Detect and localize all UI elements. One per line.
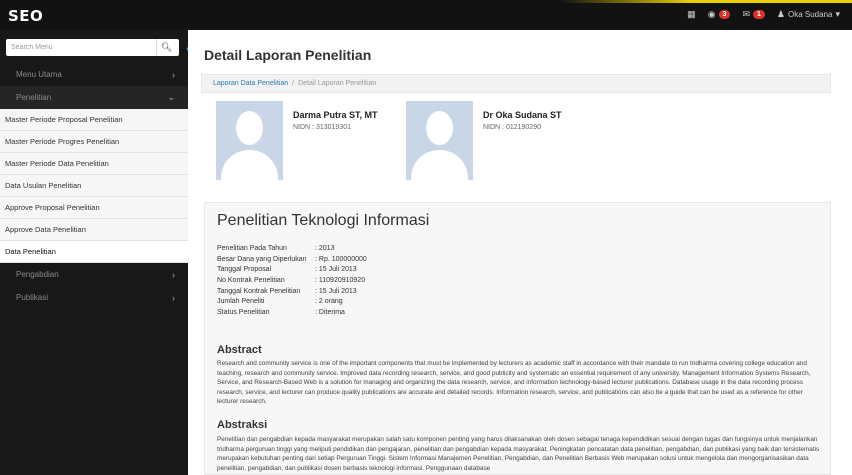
sidebar-item-label: Menu Utama	[16, 70, 62, 79]
top-bar: SEO ▦ ◉ 3 ✉ 1 ♟ Oka Sudana ▾	[0, 0, 852, 30]
page-title: Detail Laporan Penelitian	[204, 47, 372, 63]
research-title: Penelitian Teknologi Informasi	[217, 212, 430, 229]
main-content: Detail Laporan Penelitian Laporan Data P…	[188, 30, 852, 475]
info-value: : 110920910920	[315, 276, 366, 284]
chevron-down-icon: ⌄	[167, 92, 175, 102]
sidebar: 🔍︎ ❮ Menu Utama › Penelitian ⌄ Master Pe…	[0, 30, 201, 475]
chevron-right-icon: ›	[172, 292, 175, 303]
info-value: : Rp. 100000000	[315, 255, 367, 263]
research-info: Penelitian Pada Tahun : 2013 Besar Dana y…	[217, 243, 367, 318]
info-label: Tanggal Proposal	[217, 266, 272, 274]
globe-icon: ◉	[707, 9, 716, 19]
notifications-button[interactable]: ◉ 3	[708, 9, 731, 20]
user-name: Oka Sudana	[787, 10, 833, 19]
submenu-data-usulan[interactable]: Data Usulan Penelitian	[0, 175, 188, 197]
sidebar-item-label: Pengabdian	[16, 270, 59, 279]
researcher-name: Darma Putra ST, MT	[293, 110, 378, 120]
info-value: : 2013	[315, 244, 335, 252]
researcher-name: Dr Oka Sudana ST	[483, 110, 562, 120]
submenu-approve-proposal[interactable]: Approve Proposal Penelitian	[0, 197, 188, 219]
messages-button[interactable]: ✉ 1	[742, 9, 765, 20]
envelope-icon: ✉	[742, 9, 750, 19]
breadcrumb-link-laporan[interactable]: Laporan Data Penelitian	[213, 80, 288, 87]
user-icon: ♟	[776, 9, 785, 19]
avatar	[216, 101, 283, 180]
submenu-master-periode-progres[interactable]: Master Periode Progres Penelitian	[0, 131, 188, 153]
messages-badge: 1	[753, 10, 765, 19]
search-button[interactable]: 🔍︎	[156, 39, 176, 56]
info-value: : Diterima	[315, 308, 345, 316]
search-input[interactable]	[6, 39, 156, 56]
info-value: : 15 Juli 2013	[315, 266, 357, 274]
submenu-data-penelitian[interactable]: Data Penelitian	[0, 241, 188, 263]
penelitian-submenu: Master Periode Proposal Penelitian Maste…	[0, 109, 188, 263]
sidebar-item-pengabdian[interactable]: Pengabdian ›	[0, 263, 188, 286]
researcher-card: Dr Oka Sudana ST NIDN : 012190290	[406, 101, 576, 180]
chevron-right-icon: ›	[172, 69, 175, 80]
researcher-card: Darma Putra ST, MT NIDN : 313019301	[216, 101, 386, 180]
info-label: Besar Dana yang Diperlukan	[217, 255, 307, 263]
info-value: : 15 Juli 2013	[315, 287, 357, 295]
info-row: Besar Dana yang Diperlukan : Rp. 10000000…	[217, 254, 367, 265]
sidebar-item-menu-utama[interactable]: Menu Utama ›	[0, 63, 188, 86]
info-label: Penelitian Pada Tahun	[217, 244, 287, 252]
researchers: Darma Putra ST, MT NIDN : 313019301 Dr O…	[216, 101, 576, 180]
grid-icon: ▦	[687, 9, 696, 19]
sidebar-item-penelitian[interactable]: Penelitian ⌄	[0, 86, 188, 109]
user-menu[interactable]: ♟ Oka Sudana ▾	[777, 9, 840, 20]
researcher-nidn: NIDN : 012190290	[483, 124, 541, 131]
submenu-master-periode-proposal[interactable]: Master Periode Proposal Penelitian	[0, 109, 188, 131]
info-row: Tanggal Proposal : 15 Juli 2013	[217, 264, 367, 275]
top-bar-actions: ▦ ◉ 3 ✉ 1 ♟ Oka Sudana ▾	[687, 9, 840, 20]
submenu-master-periode-data[interactable]: Master Periode Data Penelitian	[0, 153, 188, 175]
info-label: Status Penelitian	[217, 308, 270, 316]
abstraksi-title: Abstraksi	[217, 419, 268, 431]
search-box: 🔍︎	[6, 39, 179, 56]
breadcrumb: Laporan Data Penelitian / Detail Laporan…	[201, 74, 831, 93]
search-icon: 🔍︎	[160, 42, 173, 52]
grid-menu-button[interactable]: ▦	[687, 9, 696, 20]
info-value: : 2 orang	[315, 298, 343, 306]
abstraksi-text: Penelitian dan pengabdian kepada masyara…	[217, 436, 820, 472]
submenu-approve-data[interactable]: Approve Data Penelitian	[0, 219, 188, 241]
info-row: Status Penelitian : Diterima	[217, 307, 367, 318]
avatar	[406, 101, 473, 180]
info-row: Jumlah Peneliti : 2 orang	[217, 296, 367, 307]
sidebar-nav: Menu Utama › Penelitian ⌄ Master Periode…	[0, 63, 188, 309]
sidebar-item-label: Publikasi	[16, 293, 49, 302]
info-label: Jumlah Peneliti	[217, 298, 265, 306]
abstract-text: Research and community service is one of…	[217, 360, 811, 406]
info-row: No Kontrak Penelitian : 110920910920	[217, 275, 367, 286]
caret-down-icon: ▾	[835, 9, 840, 19]
sidebar-item-publikasi[interactable]: Publikasi ›	[0, 286, 188, 309]
info-row: Tanggal Kontrak Penelitian : 15 Juli 2013	[217, 286, 367, 297]
brand-logo[interactable]: SEO	[8, 7, 43, 25]
breadcrumb-current: Detail Laporan Penelitian	[298, 80, 377, 87]
chevron-right-icon: ›	[172, 269, 175, 280]
notifications-badge: 3	[718, 10, 731, 19]
research-detail-panel: Penelitian Teknologi Informasi Penelitia…	[204, 202, 831, 475]
info-row: Penelitian Pada Tahun : 2013	[217, 243, 367, 254]
breadcrumb-separator: /	[292, 80, 295, 87]
info-label: Tanggal Kontrak Penelitian	[217, 287, 301, 295]
info-label: No Kontrak Penelitian	[217, 276, 285, 284]
sidebar-item-label: Penelitian	[16, 93, 52, 102]
abstract-title: Abstract	[217, 344, 262, 356]
researcher-nidn: NIDN : 313019301	[293, 124, 351, 131]
